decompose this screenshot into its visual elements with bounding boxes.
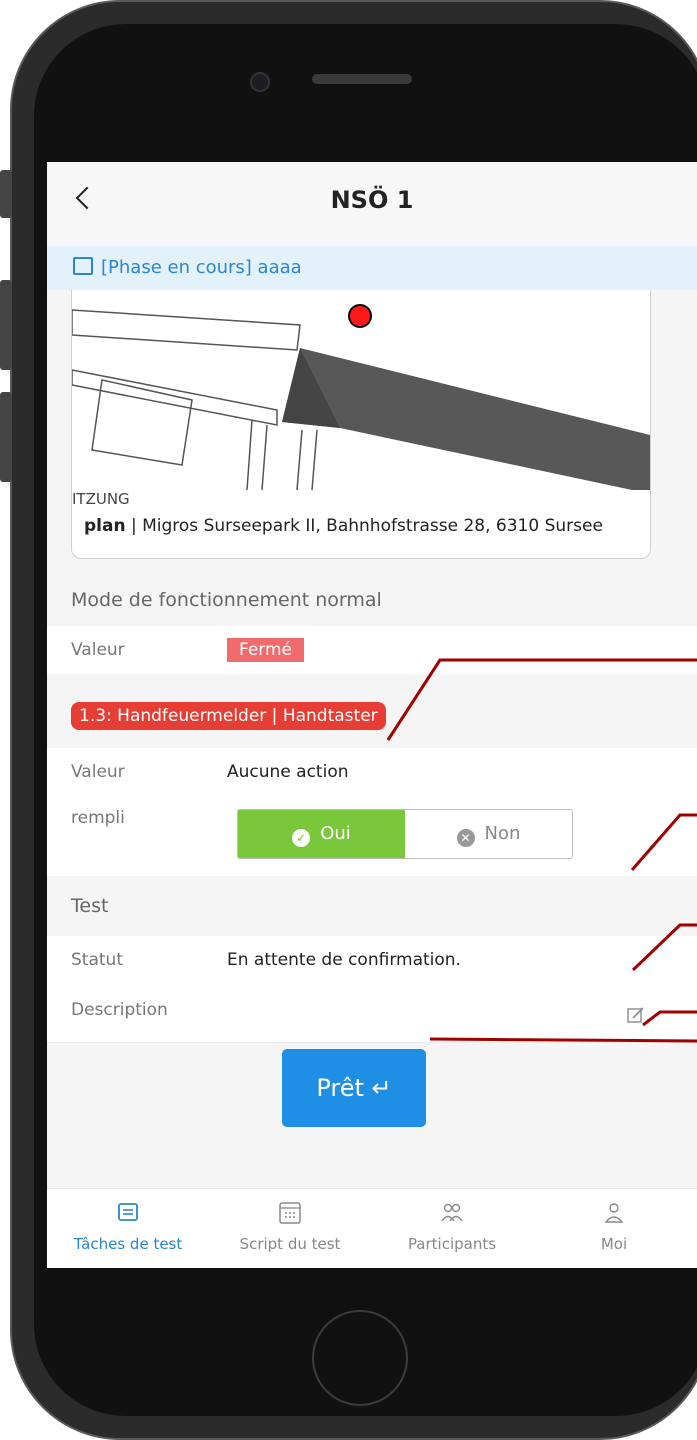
phase-banner-text: [Phase en cours] aaaa bbox=[101, 257, 302, 278]
status-badge: Fermé bbox=[227, 638, 305, 662]
tab-label: Script du test bbox=[239, 1235, 341, 1253]
description-label: Description bbox=[71, 1000, 168, 1020]
tab-participants[interactable]: Participants bbox=[371, 1201, 533, 1253]
yes-no-toggle[interactable]: ✓ Oui ✕ Non bbox=[237, 809, 573, 859]
device-badge: 1.3: Handfeuermelder | Handtaster bbox=[71, 702, 386, 730]
nav-bar: NSÖ 1 bbox=[47, 162, 697, 247]
tab-label: Tâches de test bbox=[73, 1235, 183, 1253]
ready-button[interactable]: Prêt ↵ bbox=[282, 1049, 426, 1127]
tab-label: Participants bbox=[407, 1235, 497, 1253]
calendar-check-icon bbox=[73, 257, 93, 275]
device-value-row: Valeur Aucune action bbox=[47, 748, 697, 796]
status-label: Statut bbox=[71, 950, 123, 970]
app-screen: NSÖ 1 [Phase en cours] aaaa ITZUNG plan … bbox=[47, 162, 697, 1268]
user-icon bbox=[604, 1203, 624, 1223]
normal-mode-value-row: Valeur Fermé bbox=[47, 626, 697, 675]
bottom-tab-bar: Tâches de test Script du test Participan… bbox=[47, 1188, 697, 1268]
value-label: Valeur bbox=[71, 640, 125, 660]
mute-switch bbox=[0, 170, 12, 218]
plan-caption-bold: plan bbox=[84, 516, 126, 536]
check-icon: ✓ bbox=[292, 829, 311, 847]
description-row: Description bbox=[47, 984, 697, 1043]
status-row: Statut En attente de confirmation. bbox=[47, 936, 697, 984]
volume-up-button bbox=[0, 280, 12, 370]
camera-icon bbox=[250, 72, 270, 92]
section-normal-mode: Mode de fonctionnement normal bbox=[47, 574, 697, 626]
yes-label: Oui bbox=[320, 823, 351, 844]
filled-row: rempli ✓ Oui ✕ Non bbox=[47, 796, 697, 877]
yes-option[interactable]: ✓ Oui bbox=[238, 810, 405, 858]
phase-banner: [Phase en cours] aaaa bbox=[47, 246, 697, 290]
no-label: Non bbox=[484, 823, 521, 844]
value-label: Valeur bbox=[71, 762, 125, 782]
plan-card[interactable]: ITZUNG plan | Migros Surseepark II, Bahn… bbox=[71, 290, 651, 559]
no-option[interactable]: ✕ Non bbox=[405, 810, 572, 858]
volume-down-button bbox=[0, 392, 12, 482]
device-value: Aucune action bbox=[227, 762, 349, 782]
list-icon bbox=[118, 1203, 138, 1221]
status-value: En attente de confirmation. bbox=[227, 950, 461, 970]
device-row: 1.3: Handfeuermelder | Handtaster bbox=[47, 674, 697, 748]
page-title: NSÖ 1 bbox=[330, 186, 414, 214]
close-icon: ✕ bbox=[456, 829, 475, 847]
speaker-grille bbox=[312, 74, 412, 84]
plan-overlay-text: ITZUNG bbox=[72, 490, 130, 508]
keypad-icon bbox=[279, 1202, 301, 1224]
floor-plan-image[interactable] bbox=[72, 290, 650, 490]
plan-caption: plan | Migros Surseepark II, Bahnhofstra… bbox=[84, 516, 603, 536]
section-test: Test bbox=[47, 876, 697, 936]
tab-test-script[interactable]: Script du test bbox=[209, 1201, 371, 1253]
tab-test-tasks[interactable]: Tâches de test bbox=[47, 1201, 209, 1253]
filled-label: rempli bbox=[71, 808, 125, 828]
users-icon bbox=[441, 1203, 463, 1222]
plan-caption-address: | Migros Surseepark II, Bahnhofstrasse 2… bbox=[125, 516, 603, 536]
tab-label: Moi bbox=[600, 1235, 628, 1253]
edit-icon[interactable] bbox=[627, 1006, 645, 1024]
home-button[interactable] bbox=[312, 1310, 408, 1406]
tab-me[interactable]: Moi bbox=[533, 1201, 695, 1253]
